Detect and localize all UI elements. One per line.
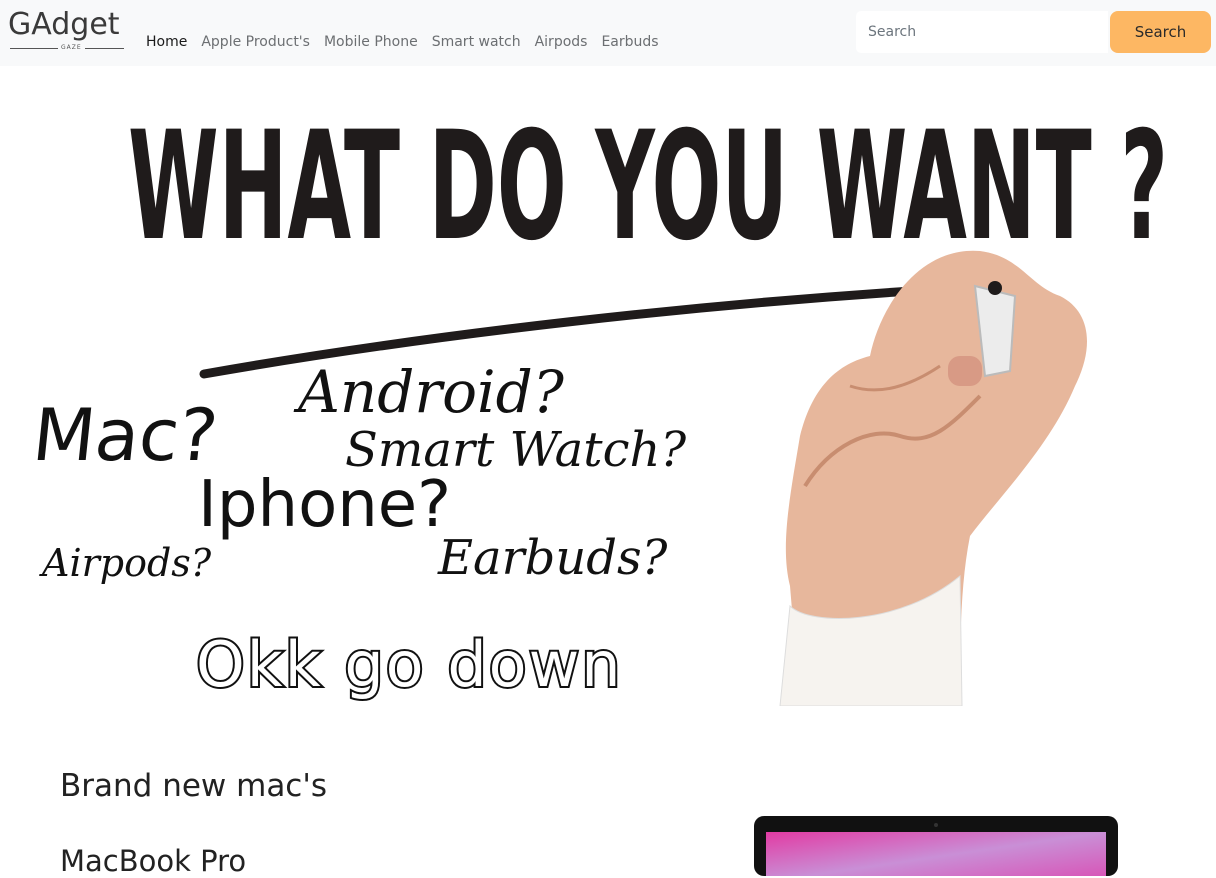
section-title: Brand new mac's xyxy=(60,768,328,804)
hero-word-android: Android? xyxy=(293,358,565,426)
hero-word-mac: Mac? xyxy=(29,394,222,478)
nav-airpods[interactable]: Airpods xyxy=(535,32,588,52)
hero-cta: Okk go down xyxy=(196,628,623,701)
hero-headline: WHAT DO YOU WANT ? xyxy=(128,100,1168,274)
macbook-image xyxy=(754,816,1118,876)
top-navbar: GAdget GAZE Home Apple Product's Mobile … xyxy=(0,0,1216,66)
nav-mobile-phone[interactable]: Mobile Phone xyxy=(324,32,418,52)
search-input[interactable] xyxy=(856,11,1108,53)
hero-word-iphone: Iphone? xyxy=(198,468,451,542)
hero-banner: WHAT DO YOU WANT ? Android? Mac? Smart W… xyxy=(0,66,1216,706)
hero-illustration: WHAT DO YOU WANT ? Android? Mac? Smart W… xyxy=(29,100,1168,706)
nav-apple-products[interactable]: Apple Product's xyxy=(201,32,310,52)
nav-home[interactable]: Home xyxy=(146,32,187,52)
product-title: MacBook Pro xyxy=(60,844,247,878)
brand-name: GAdget xyxy=(8,7,120,42)
hand-illustration xyxy=(779,250,1087,706)
hero-word-airpods: Airpods? xyxy=(39,541,212,585)
nav-earbuds[interactable]: Earbuds xyxy=(601,32,658,52)
brand-subtitle: GAZE xyxy=(58,44,85,52)
search-button[interactable]: Search xyxy=(1110,11,1211,53)
main-nav: Home Apple Product's Mobile Phone Smart … xyxy=(146,32,673,52)
hero-word-earbuds: Earbuds? xyxy=(437,530,668,586)
nav-smart-watch[interactable]: Smart watch xyxy=(432,32,521,52)
brand-logo[interactable]: GAdget GAZE xyxy=(8,6,126,56)
